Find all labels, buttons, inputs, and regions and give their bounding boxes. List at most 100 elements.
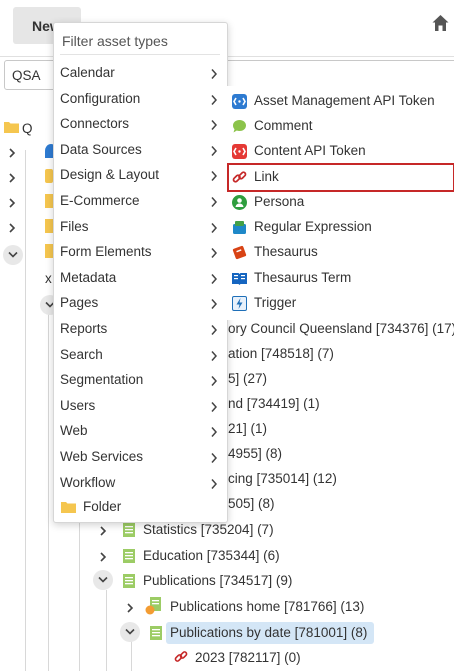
menu-item-label: Data Sources: [60, 141, 142, 157]
submenu-item-persona[interactable]: Persona: [223, 190, 454, 215]
menu-item-files[interactable]: Files: [54, 215, 227, 240]
folder-icon: [45, 219, 53, 233]
menu-item-web[interactable]: Web: [54, 419, 227, 444]
menu-item-folder[interactable]: Folder: [54, 495, 227, 520]
menu-item-label: Folder: [83, 499, 122, 514]
home-icon[interactable]: [432, 14, 449, 32]
menu-item-connectors[interactable]: Connectors: [54, 112, 227, 137]
menu-item-metadata[interactable]: Metadata: [54, 266, 227, 291]
menu-item-label: Users: [60, 397, 96, 413]
page-icon: [45, 169, 53, 183]
tree-row-text: x: [45, 271, 52, 286]
chevron-down-icon[interactable]: [120, 622, 140, 642]
thesaurus-term-icon: [232, 273, 247, 285]
tree-row-text: 505] (8): [228, 496, 275, 511]
tree-root-letter: Q: [22, 121, 33, 136]
submenu-item-label: Content API Token: [254, 143, 366, 158]
comment-icon: [233, 120, 246, 133]
tree-row-text: 4955] (8): [228, 446, 283, 461]
chevron-right-icon[interactable]: [6, 147, 18, 159]
folder-icon: [45, 244, 53, 258]
chevron-down-icon[interactable]: [3, 245, 23, 265]
menu-item-workflow[interactable]: Workflow: [54, 471, 227, 496]
menu-item-label: E-Commerce: [60, 193, 140, 208]
menu-item-users[interactable]: Users: [54, 394, 227, 419]
tree-guide: [106, 590, 107, 671]
menu-item-form-elements[interactable]: Form Elements: [54, 240, 227, 265]
tree-row-text: ory Council Queensland [734376] (17): [228, 321, 454, 336]
menu-item-segmentation[interactable]: Segmentation: [54, 368, 227, 393]
tree-row-text: Education [735344] (6): [143, 548, 280, 563]
menu-item-label: Connectors: [60, 116, 130, 132]
chevron-down-icon[interactable]: [93, 570, 113, 590]
chevron-right-icon: [211, 171, 218, 182]
menu-item-label: Form Elements: [60, 244, 152, 260]
chevron-right-icon: [211, 94, 218, 105]
api-token-icon: [232, 94, 247, 109]
submenu-item-thesaurus-term[interactable]: Thesaurus Term: [223, 266, 454, 291]
menu-item-label: Search: [60, 346, 103, 362]
trigger-icon: [232, 296, 247, 311]
chevron-right-icon: [211, 478, 218, 489]
page-icon: [150, 626, 162, 640]
link-icon: [174, 651, 188, 662]
tree-row-text: Publications [734517] (9): [143, 573, 293, 588]
menu-item-configuration[interactable]: Configuration: [54, 87, 227, 112]
menu-item-label: Reports: [60, 321, 108, 336]
submenu-item-label: Comment: [254, 118, 313, 133]
tree-row-text: ation [748518] (7): [228, 346, 334, 361]
menu-item-design-layout[interactable]: Design & Layout: [54, 163, 227, 188]
submenu-item-content-api-token[interactable]: Content API Token: [223, 139, 454, 164]
submenu-item-regular-expression[interactable]: Regular Expression: [223, 215, 454, 240]
tree-row-text: Publications home [781766] (13): [170, 599, 365, 614]
menu-item-label: Metadata: [60, 269, 117, 285]
tree-row-text: 5] (27): [228, 371, 268, 386]
tree-row-text: 2023 [782117] (0): [195, 650, 301, 665]
page-icon: [123, 523, 135, 537]
chevron-right-icon[interactable]: [6, 172, 18, 184]
tree-guide: [25, 150, 26, 671]
chevron-right-icon: [211, 197, 218, 207]
folder-icon: [61, 502, 76, 513]
chevron-right-icon[interactable]: [97, 551, 109, 563]
menu-item-label: Web Services: [60, 449, 144, 464]
submenu-item-label: Trigger: [254, 295, 297, 310]
submenu-item-thesaurus[interactable]: Thesaurus: [223, 240, 454, 265]
chevron-right-icon: [211, 273, 218, 284]
menu-item-e-commerce[interactable]: E-Commerce: [54, 189, 227, 214]
submenu-item-asset-management-api-token[interactable]: Asset Management API Token: [223, 89, 454, 114]
tree-guide: [131, 640, 132, 671]
content-api-token-icon: [232, 144, 247, 159]
menu-item-label: Files: [60, 218, 89, 234]
submenu-item-trigger[interactable]: Trigger: [223, 291, 454, 316]
menu-item-label: Web: [60, 423, 88, 439]
menu-item-data-sources[interactable]: Data Sources: [54, 138, 227, 163]
submenu-item-label: Thesaurus Term: [254, 270, 352, 285]
folder-icon: [45, 194, 53, 208]
asset-type-submenu: Asset Management API Token Comment Conte…: [223, 86, 454, 320]
tree-row-text: 21] (1): [228, 421, 268, 436]
menu-item-reports[interactable]: Reports: [54, 317, 227, 342]
chevron-right-icon[interactable]: [6, 222, 18, 234]
submenu-item-label: Asset Management API Token: [254, 93, 435, 108]
chevron-right-icon[interactable]: [6, 197, 18, 209]
filter-asset-types-input[interactable]: [60, 28, 220, 55]
thesaurus-icon: [232, 245, 247, 260]
submenu-item-comment[interactable]: Comment: [223, 114, 454, 139]
tree-row-text: nd [734419] (1): [228, 396, 320, 411]
menu-item-calendar[interactable]: Calendar: [54, 61, 227, 86]
menu-item-pages[interactable]: Pages: [54, 291, 227, 316]
chevron-right-icon[interactable]: [124, 602, 136, 614]
chevron-right-icon: [211, 401, 218, 412]
chevron-right-icon: [211, 350, 218, 361]
page-icon: [123, 549, 135, 563]
menu-item-search[interactable]: Search: [54, 343, 227, 368]
menu-item-web-services[interactable]: Web Services: [54, 445, 227, 470]
tree-row-text: cing [735014] (12): [228, 471, 337, 486]
page-icon: [123, 574, 135, 588]
menu-item-label: Design & Layout: [60, 167, 160, 183]
chevron-right-icon: [211, 248, 218, 259]
menu-item-label: Calendar: [60, 65, 115, 80]
asset-type-menu: Calendar Configuration Connectors Data Sour…: [53, 22, 228, 523]
chevron-right-icon[interactable]: [97, 525, 109, 537]
